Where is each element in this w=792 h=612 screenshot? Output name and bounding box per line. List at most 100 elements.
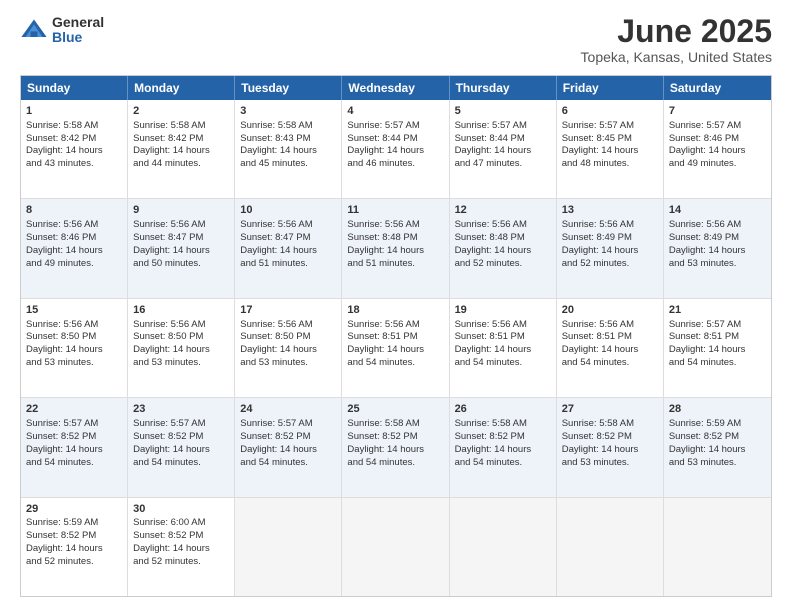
calendar-cell-5-4 bbox=[342, 498, 449, 596]
calendar-cell-2-1: 8Sunrise: 5:56 AMSunset: 8:46 PMDaylight… bbox=[21, 199, 128, 297]
day-info-line: Daylight: 14 hours bbox=[669, 245, 766, 258]
calendar-cell-2-6: 13Sunrise: 5:56 AMSunset: 8:49 PMDayligh… bbox=[557, 199, 664, 297]
day-info-line: Daylight: 14 hours bbox=[562, 145, 658, 158]
day-info-line: Sunset: 8:47 PM bbox=[133, 232, 229, 245]
day-info-line: Sunset: 8:50 PM bbox=[26, 331, 122, 344]
calendar-header: SundayMondayTuesdayWednesdayThursdayFrid… bbox=[21, 76, 771, 100]
day-info-line: Sunset: 8:52 PM bbox=[347, 431, 443, 444]
day-info-line: and 54 minutes. bbox=[562, 357, 658, 370]
day-info-line: and 45 minutes. bbox=[240, 158, 336, 171]
day-info-line: Sunset: 8:52 PM bbox=[240, 431, 336, 444]
day-info-line: Daylight: 14 hours bbox=[26, 145, 122, 158]
day-info-line: Sunset: 8:46 PM bbox=[26, 232, 122, 245]
day-info-line: Sunrise: 5:58 AM bbox=[240, 120, 336, 133]
day-info-line: and 54 minutes. bbox=[347, 457, 443, 470]
day-info-line: Daylight: 14 hours bbox=[347, 344, 443, 357]
day-info-line: Sunrise: 5:58 AM bbox=[133, 120, 229, 133]
day-info-line: Daylight: 14 hours bbox=[133, 543, 229, 556]
day-info-line: Sunrise: 5:57 AM bbox=[562, 120, 658, 133]
day-number: 17 bbox=[240, 303, 336, 318]
day-info-line: Sunrise: 5:57 AM bbox=[133, 418, 229, 431]
header-cell-monday: Monday bbox=[128, 76, 235, 100]
month-title: June 2025 bbox=[581, 15, 772, 47]
location: Topeka, Kansas, United States bbox=[581, 49, 772, 65]
calendar-cell-2-7: 14Sunrise: 5:56 AMSunset: 8:49 PMDayligh… bbox=[664, 199, 771, 297]
day-info-line: and 53 minutes. bbox=[669, 258, 766, 271]
header-cell-tuesday: Tuesday bbox=[235, 76, 342, 100]
day-info-line: Daylight: 14 hours bbox=[455, 344, 551, 357]
day-info-line: and 54 minutes. bbox=[240, 457, 336, 470]
calendar-cell-4-6: 27Sunrise: 5:58 AMSunset: 8:52 PMDayligh… bbox=[557, 398, 664, 496]
day-info-line: and 54 minutes. bbox=[347, 357, 443, 370]
calendar-cell-5-7 bbox=[664, 498, 771, 596]
day-number: 28 bbox=[669, 402, 766, 417]
day-info-line: and 53 minutes. bbox=[133, 357, 229, 370]
day-info-line: Sunset: 8:52 PM bbox=[669, 431, 766, 444]
header: General Blue June 2025 Topeka, Kansas, U… bbox=[20, 15, 772, 65]
day-number: 14 bbox=[669, 203, 766, 218]
day-info-line: and 54 minutes. bbox=[455, 357, 551, 370]
day-info-line: Daylight: 14 hours bbox=[347, 145, 443, 158]
calendar-cell-5-2: 30Sunrise: 6:00 AMSunset: 8:52 PMDayligh… bbox=[128, 498, 235, 596]
header-cell-thursday: Thursday bbox=[450, 76, 557, 100]
day-info-line: Sunrise: 5:57 AM bbox=[455, 120, 551, 133]
calendar-cell-1-7: 7Sunrise: 5:57 AMSunset: 8:46 PMDaylight… bbox=[664, 100, 771, 198]
day-info-line: Sunrise: 5:58 AM bbox=[26, 120, 122, 133]
day-info-line: Sunrise: 5:56 AM bbox=[347, 219, 443, 232]
page: General Blue June 2025 Topeka, Kansas, U… bbox=[0, 0, 792, 612]
calendar-cell-3-3: 17Sunrise: 5:56 AMSunset: 8:50 PMDayligh… bbox=[235, 299, 342, 397]
calendar-cell-3-4: 18Sunrise: 5:56 AMSunset: 8:51 PMDayligh… bbox=[342, 299, 449, 397]
day-info-line: Sunset: 8:52 PM bbox=[133, 431, 229, 444]
day-info-line: Sunset: 8:51 PM bbox=[669, 331, 766, 344]
day-info-line: and 49 minutes. bbox=[26, 258, 122, 271]
day-number: 9 bbox=[133, 203, 229, 218]
day-info-line: Sunset: 8:42 PM bbox=[133, 133, 229, 146]
day-number: 21 bbox=[669, 303, 766, 318]
day-info-line: Sunset: 8:52 PM bbox=[26, 530, 122, 543]
day-info-line: Daylight: 14 hours bbox=[26, 245, 122, 258]
day-info-line: Sunset: 8:52 PM bbox=[26, 431, 122, 444]
day-info-line: Sunset: 8:50 PM bbox=[240, 331, 336, 344]
logo-text: General Blue bbox=[52, 15, 104, 46]
day-info-line: Sunrise: 5:56 AM bbox=[26, 219, 122, 232]
calendar-row-3: 15Sunrise: 5:56 AMSunset: 8:50 PMDayligh… bbox=[21, 299, 771, 398]
header-cell-friday: Friday bbox=[557, 76, 664, 100]
day-info-line: and 53 minutes. bbox=[669, 457, 766, 470]
calendar-cell-3-6: 20Sunrise: 5:56 AMSunset: 8:51 PMDayligh… bbox=[557, 299, 664, 397]
day-number: 7 bbox=[669, 104, 766, 119]
day-info-line: Sunrise: 5:56 AM bbox=[562, 319, 658, 332]
day-info-line: and 48 minutes. bbox=[562, 158, 658, 171]
day-number: 3 bbox=[240, 104, 336, 119]
day-info-line: Daylight: 14 hours bbox=[455, 444, 551, 457]
day-number: 2 bbox=[133, 104, 229, 119]
day-info-line: Sunrise: 5:57 AM bbox=[669, 319, 766, 332]
day-number: 8 bbox=[26, 203, 122, 218]
calendar-cell-1-3: 3Sunrise: 5:58 AMSunset: 8:43 PMDaylight… bbox=[235, 100, 342, 198]
day-number: 5 bbox=[455, 104, 551, 119]
calendar-row-4: 22Sunrise: 5:57 AMSunset: 8:52 PMDayligh… bbox=[21, 398, 771, 497]
day-info-line: Sunrise: 5:56 AM bbox=[669, 219, 766, 232]
header-cell-wednesday: Wednesday bbox=[342, 76, 449, 100]
day-info-line: and 54 minutes. bbox=[26, 457, 122, 470]
day-info-line: and 47 minutes. bbox=[455, 158, 551, 171]
calendar-cell-5-5 bbox=[450, 498, 557, 596]
day-info-line: Daylight: 14 hours bbox=[240, 245, 336, 258]
day-info-line: Sunset: 8:42 PM bbox=[26, 133, 122, 146]
day-info-line: and 43 minutes. bbox=[26, 158, 122, 171]
day-info-line: and 49 minutes. bbox=[669, 158, 766, 171]
day-info-line: Sunset: 8:51 PM bbox=[562, 331, 658, 344]
day-info-line: Sunset: 8:52 PM bbox=[562, 431, 658, 444]
day-number: 24 bbox=[240, 402, 336, 417]
day-number: 19 bbox=[455, 303, 551, 318]
day-info-line: Daylight: 14 hours bbox=[455, 245, 551, 258]
day-info-line: Sunset: 8:48 PM bbox=[455, 232, 551, 245]
calendar-cell-1-4: 4Sunrise: 5:57 AMSunset: 8:44 PMDaylight… bbox=[342, 100, 449, 198]
logo-blue-text: Blue bbox=[52, 30, 104, 45]
calendar-cell-5-1: 29Sunrise: 5:59 AMSunset: 8:52 PMDayligh… bbox=[21, 498, 128, 596]
calendar-cell-3-2: 16Sunrise: 5:56 AMSunset: 8:50 PMDayligh… bbox=[128, 299, 235, 397]
day-info-line: Daylight: 14 hours bbox=[455, 145, 551, 158]
day-info-line: Sunset: 8:45 PM bbox=[562, 133, 658, 146]
day-info-line: and 54 minutes. bbox=[669, 357, 766, 370]
day-info-line: Sunset: 8:48 PM bbox=[347, 232, 443, 245]
day-number: 27 bbox=[562, 402, 658, 417]
